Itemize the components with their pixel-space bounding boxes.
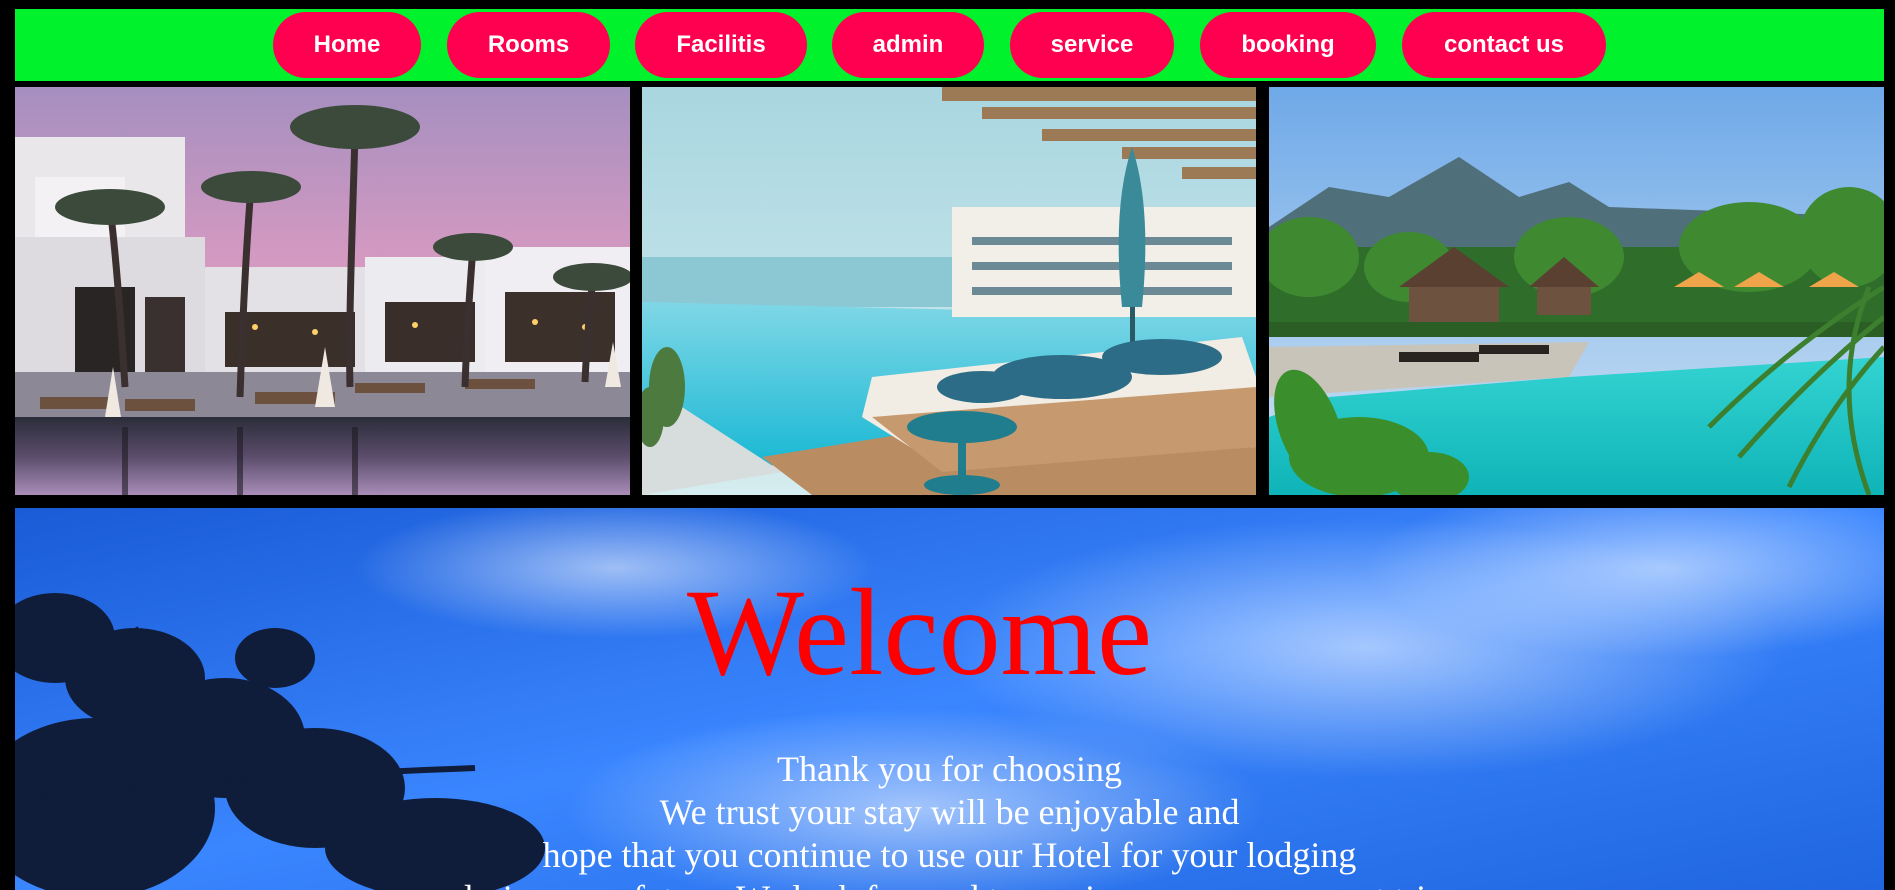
nav-booking-button[interactable]: booking: [1200, 12, 1376, 78]
welcome-message-line: hope that you continue to use our Hotel …: [542, 835, 1357, 875]
resort-photo-tropical-villa: [1269, 87, 1884, 495]
nav-rooms-button[interactable]: Rooms: [447, 12, 610, 78]
nav-bar: Home Rooms Facilitis admin service booki…: [15, 9, 1884, 81]
resort-photo-infinity-pool: [642, 87, 1256, 495]
welcome-message: Thank you for choosing We trust your sta…: [15, 748, 1884, 890]
nav-home-button[interactable]: Home: [273, 12, 421, 78]
dusk-pool-image: [15, 87, 630, 495]
page: Home Rooms Facilitis admin service booki…: [0, 0, 1895, 890]
welcome-hero: Welcome Thank you for choosing We trust …: [15, 508, 1884, 890]
nav-admin-button[interactable]: admin: [832, 12, 984, 78]
resort-photo-dusk-pool: [15, 87, 630, 495]
welcome-message-line: We trust your stay will be enjoyable and: [659, 792, 1240, 832]
welcome-message-line: Thank you for choosing: [777, 749, 1122, 789]
nav-contact-button[interactable]: contact us: [1402, 12, 1606, 78]
infinity-pool-image: [642, 87, 1256, 495]
welcome-title: Welcome: [686, 564, 1153, 701]
nav-service-button[interactable]: service: [1010, 12, 1174, 78]
welcome-message-line: during your future. We look forward to s…: [15, 877, 1884, 890]
tropical-villa-image: [1269, 87, 1884, 495]
nav-facilities-button[interactable]: Facilitis: [635, 12, 807, 78]
